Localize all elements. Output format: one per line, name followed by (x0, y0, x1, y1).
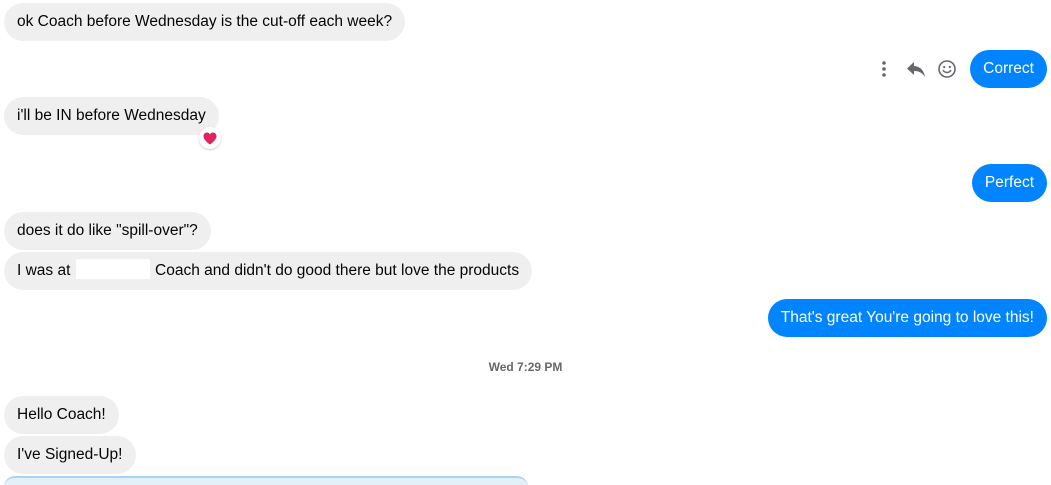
reply-icon[interactable] (905, 58, 927, 85)
message-text: Perfect (984, 174, 1034, 191)
message-text: does it do like "spill-over"? (17, 222, 198, 239)
message-text-end: Coach and didn't do good there but love … (155, 262, 520, 279)
message-text: i'll be IN before Wednesday (17, 107, 206, 124)
incoming-message[interactable]: ok Coach before Wednesday is the cut-off… (4, 3, 406, 41)
message-text: Correct (983, 60, 1034, 77)
heart-reaction-icon[interactable] (199, 127, 221, 149)
chat-thread: ok Coach before Wednesday is the cut-off… (0, 0, 1051, 485)
redacted-text (75, 259, 150, 279)
incoming-message[interactable]: Hello Coach! (4, 396, 119, 434)
message-text: I've Signed-Up! (17, 446, 123, 463)
message-text: ok Coach before Wednesday is the cut-off… (17, 13, 393, 30)
emoji-react-icon[interactable] (936, 58, 958, 85)
incoming-message[interactable]: i'll be IN before Wednesday (4, 97, 219, 135)
timestamp: Wed 7:29 PM (488, 360, 563, 374)
message-text-start: I was at (17, 262, 71, 279)
incoming-message[interactable]: does it do like "spill-over"? (4, 212, 211, 250)
incoming-message[interactable]: I was at Coach and didn't do good there … (4, 252, 533, 290)
incoming-message[interactable]: I've Signed-Up! (4, 436, 136, 474)
more-icon[interactable] (879, 58, 889, 85)
outgoing-message[interactable]: Perfect (971, 164, 1047, 202)
outgoing-message[interactable]: Correct (970, 50, 1047, 88)
outgoing-message[interactable]: That's great You're going to love this! (767, 299, 1047, 337)
partial-attachment-preview[interactable] (4, 476, 528, 485)
message-text: Hello Coach! (17, 406, 106, 423)
message-text: That's great You're going to love this! (780, 309, 1034, 326)
